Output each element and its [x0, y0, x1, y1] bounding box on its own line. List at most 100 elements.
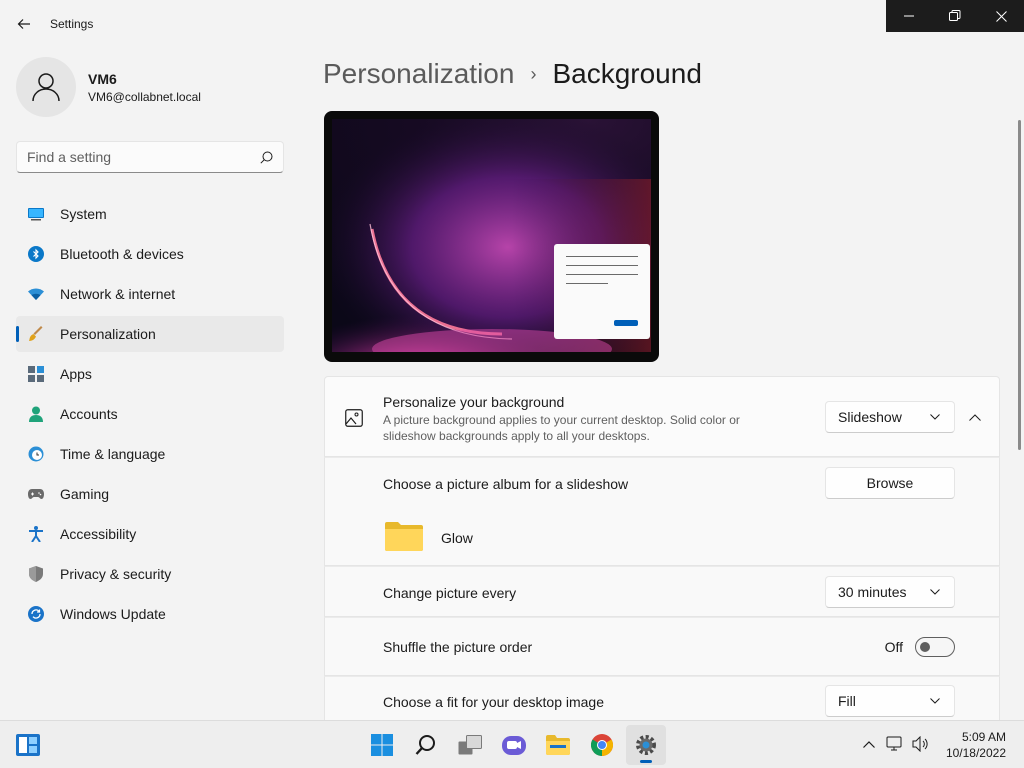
chat-button[interactable] — [494, 725, 534, 765]
show-hidden-icons-button[interactable] — [858, 733, 880, 755]
dropdown-value: Fill — [838, 693, 856, 709]
app-title: Settings — [50, 17, 94, 31]
sidebar-item-label: Personalization — [60, 326, 156, 342]
personalize-background-row[interactable]: Personalize your background A picture ba… — [324, 376, 1000, 457]
sidebar-item-label: Time & language — [60, 446, 166, 462]
preview-window — [554, 244, 650, 339]
collapse-button[interactable] — [965, 407, 985, 427]
sidebar-item-label: Accessibility — [60, 526, 137, 542]
slideshow-album-row: Choose a picture album for a slideshow B… — [324, 457, 1000, 566]
clock-globe-icon — [28, 446, 44, 462]
minimize-button[interactable] — [886, 0, 932, 32]
start-button[interactable] — [362, 725, 402, 765]
chevron-up-icon — [969, 413, 981, 421]
task-view-button[interactable] — [450, 725, 490, 765]
sidebar-item-privacy[interactable]: Privacy & security — [16, 556, 284, 592]
user-profile[interactable]: VM6 VM6@collabnet.local — [16, 57, 201, 117]
sidebar-item-label: Windows Update — [60, 606, 166, 622]
sidebar-item-personalization[interactable]: Personalization — [16, 316, 284, 352]
shuffle-label: Shuffle the picture order — [383, 639, 533, 655]
sidebar-item-gaming[interactable]: Gaming — [16, 476, 284, 512]
sidebar-item-bluetooth[interactable]: Bluetooth & devices — [16, 236, 284, 272]
sidebar-item-windows-update[interactable]: Windows Update — [16, 596, 284, 632]
toggle-state-label: Off — [884, 639, 903, 655]
file-explorer-button[interactable] — [538, 725, 578, 765]
chrome-button[interactable] — [582, 725, 622, 765]
update-icon — [28, 606, 44, 622]
sidebar-item-network[interactable]: Network & internet — [16, 276, 284, 312]
network-tray-button[interactable] — [884, 733, 906, 755]
fit-label: Choose a fit for your desktop image — [383, 694, 605, 710]
image-icon — [345, 409, 363, 427]
change-picture-row: Change picture every 30 minutes — [324, 566, 1000, 617]
sidebar-item-label: System — [60, 206, 107, 222]
chat-icon — [502, 736, 526, 755]
sidebar-item-apps[interactable]: Apps — [16, 356, 284, 392]
avatar — [16, 57, 76, 117]
fit-row: Choose a fit for your desktop image Fill — [324, 676, 1000, 720]
user-email: VM6@collabnet.local — [88, 89, 201, 104]
gamepad-icon — [28, 486, 44, 502]
preview-button — [614, 320, 638, 326]
system-icon — [28, 206, 44, 222]
back-button[interactable] — [10, 10, 38, 38]
accounts-icon — [28, 406, 44, 422]
search-input[interactable] — [27, 149, 237, 165]
widgets-button[interactable] — [16, 734, 40, 756]
shield-icon — [28, 566, 44, 582]
wifi-icon — [28, 286, 44, 302]
sidebar-item-accessibility[interactable]: Accessibility — [16, 516, 284, 552]
sidebar-item-system[interactable]: System — [16, 196, 284, 232]
restore-button[interactable] — [932, 0, 978, 32]
shuffle-toggle-group[interactable]: Off — [885, 637, 955, 657]
browse-button[interactable]: Browse — [825, 467, 955, 499]
user-name: VM6 — [88, 70, 117, 87]
close-icon — [995, 10, 1007, 22]
chevron-up-icon — [863, 740, 875, 748]
apps-icon — [28, 366, 44, 382]
settings-button[interactable] — [626, 725, 666, 765]
bluetooth-icon — [28, 246, 44, 262]
minimize-icon — [904, 15, 914, 17]
fit-dropdown[interactable]: Fill — [825, 685, 955, 717]
interval-dropdown[interactable]: 30 minutes — [825, 576, 955, 608]
sidebar-item-accounts[interactable]: Accounts — [16, 396, 284, 432]
chevron-down-icon — [930, 414, 940, 420]
volume-icon — [912, 736, 928, 752]
clock[interactable]: 5:09 AM 10/18/2022 — [946, 729, 1006, 761]
chevron-down-icon — [930, 698, 940, 704]
breadcrumb: Personalization › Background — [323, 58, 702, 90]
person-icon — [32, 73, 60, 102]
wallpaper-preview-image — [332, 119, 651, 352]
background-title: Personalize your background — [383, 394, 565, 410]
brush-icon — [28, 326, 44, 342]
network-icon — [886, 736, 902, 751]
album-folder-name: Glow — [441, 530, 473, 546]
background-type-dropdown[interactable]: Slideshow — [825, 401, 955, 433]
chevron-down-icon — [930, 589, 940, 595]
system-tray — [858, 733, 936, 755]
search-box[interactable] — [16, 141, 284, 173]
folder-icon — [385, 522, 423, 551]
interval-label: Change picture every — [383, 585, 517, 601]
toggle-knob — [920, 642, 930, 652]
search-icon — [415, 735, 435, 755]
widgets-icon — [16, 734, 40, 756]
chrome-icon — [591, 734, 613, 756]
sidebar-item-time-language[interactable]: Time & language — [16, 436, 284, 472]
shuffle-toggle[interactable] — [915, 637, 955, 657]
taskbar-apps — [362, 725, 670, 765]
breadcrumb-parent[interactable]: Personalization — [323, 58, 514, 90]
breadcrumb-separator: › — [530, 63, 537, 84]
sidebar-item-label: Bluetooth & devices — [60, 246, 184, 262]
vertical-scrollbar[interactable] — [1018, 120, 1021, 450]
volume-tray-button[interactable] — [910, 733, 932, 755]
title-bar: Settings — [0, 0, 1024, 48]
background-settings: Personalize your background A picture ba… — [324, 376, 1000, 720]
close-button[interactable] — [978, 0, 1024, 32]
sidebar-item-label: Privacy & security — [60, 566, 172, 582]
desktop-preview — [324, 111, 659, 362]
search-button[interactable] — [406, 725, 446, 765]
background-description: A picture background applies to your cur… — [383, 413, 740, 443]
search-icon[interactable] — [260, 151, 273, 164]
